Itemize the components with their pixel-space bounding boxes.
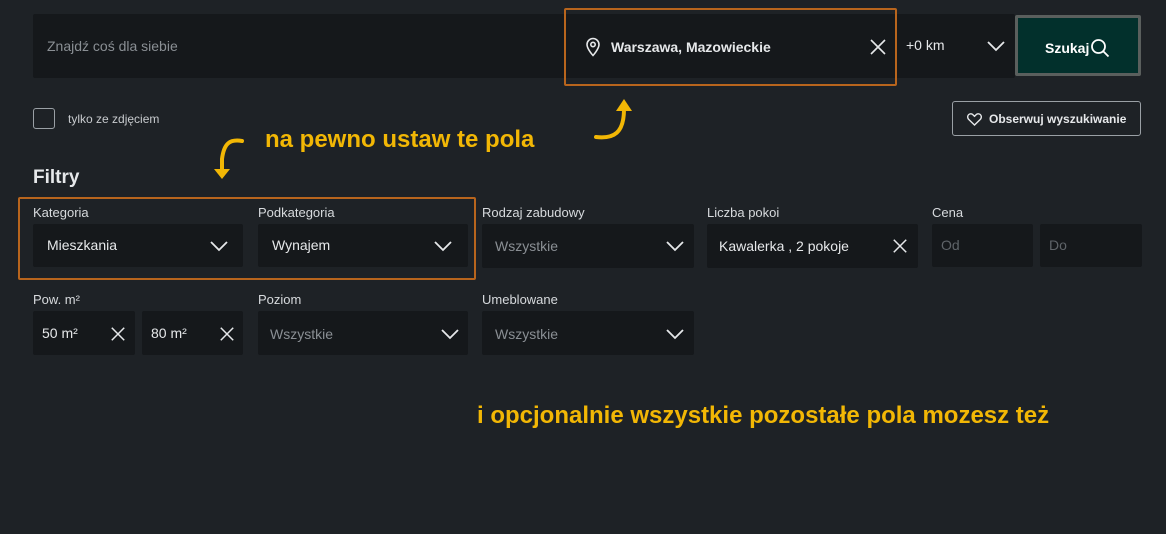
must-set-annotation: na pewno ustaw te pola (265, 126, 535, 153)
heart-icon (967, 113, 982, 126)
search-button[interactable]: Szukaj (1015, 15, 1141, 76)
liczba-pokoi-value: Kawalerka , 2 pokoje (719, 238, 849, 254)
photo-only-label: tylko ze zdjęciem (68, 112, 160, 126)
rodzaj-zabudowy-label: Rodzaj zabudowy (482, 205, 585, 220)
rodzaj-zabudowy-value: Wszystkie (495, 238, 558, 254)
watch-search-button[interactable]: Obserwuj wyszukiwanie (952, 101, 1141, 136)
pow-to-input[interactable]: 80 m² (142, 311, 243, 355)
search-icon (1091, 39, 1110, 58)
search-button-label: Szukaj (1045, 40, 1090, 56)
rodzaj-zabudowy-select[interactable]: Wszystkie (482, 224, 694, 268)
pow-to-value: 80 m² (151, 325, 187, 341)
watch-search-label: Obserwuj wyszukiwanie (989, 112, 1127, 126)
cena-to-input[interactable]: Do (1040, 224, 1142, 267)
search-query-input[interactable]: Znajdź coś dla siebie (33, 14, 563, 78)
pow-from-value: 50 m² (42, 325, 78, 341)
poziom-label: Poziom (258, 292, 302, 307)
poziom-select[interactable]: Wszystkie (258, 311, 468, 355)
close-icon[interactable] (892, 238, 908, 254)
arrow-icon (594, 99, 632, 140)
umeblowane-label: Umeblowane (482, 292, 558, 307)
arrow-icon (214, 138, 244, 179)
poziom-value: Wszystkie (270, 326, 333, 342)
radius-value: +0 km (906, 37, 945, 53)
liczba-pokoi-label: Liczba pokoi (707, 205, 780, 220)
close-icon[interactable] (110, 326, 126, 342)
filters-heading: Filtry (33, 167, 80, 188)
chevron-down-icon (441, 329, 459, 340)
cena-from-input[interactable]: Od (932, 224, 1033, 267)
photo-only-checkbox[interactable] (33, 108, 55, 129)
chevron-down-icon (666, 241, 684, 252)
pow-from-input[interactable]: 50 m² (33, 311, 135, 355)
close-icon[interactable] (219, 326, 235, 342)
chevron-down-icon (987, 41, 1005, 52)
cena-to-placeholder: Do (1049, 237, 1067, 253)
radius-select[interactable]: +0 km (898, 14, 1015, 78)
umeblowane-value: Wszystkie (495, 326, 558, 342)
category-highlight-box (18, 197, 476, 280)
cena-label: Cena (932, 205, 964, 220)
chevron-down-icon (666, 329, 684, 340)
search-query-placeholder: Znajdź coś dla siebie (47, 38, 178, 54)
optional-annotation: i opcjonalnie wszystkie pozostałe pola m… (477, 402, 1050, 429)
liczba-pokoi-select[interactable]: Kawalerka , 2 pokoje (707, 224, 918, 268)
pow-label: Pow. m² (33, 292, 80, 307)
location-highlight-box (564, 8, 897, 86)
umeblowane-select[interactable]: Wszystkie (482, 311, 694, 355)
cena-from-placeholder: Od (941, 237, 960, 253)
